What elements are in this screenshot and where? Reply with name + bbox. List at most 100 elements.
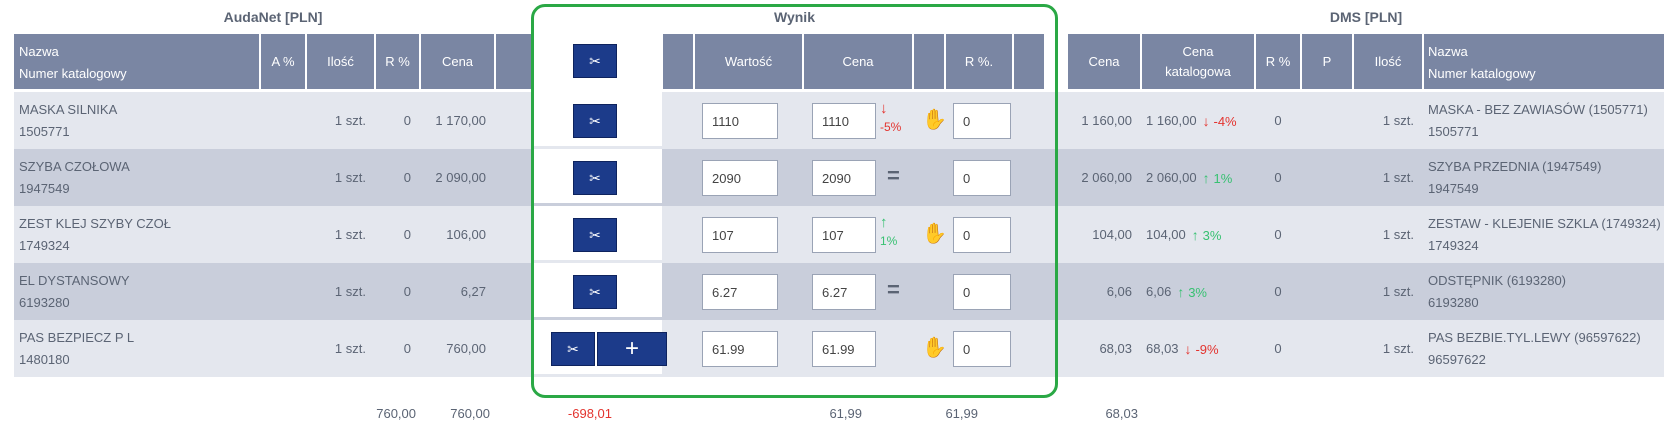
right-r-pct: 0: [1274, 284, 1282, 299]
right-part-number: 6193280: [1428, 294, 1479, 310]
price-input[interactable]: [812, 160, 876, 196]
left-qty: 1 szt.: [334, 284, 366, 299]
value-input[interactable]: [702, 331, 778, 367]
hand-stop-icon[interactable]: ✋: [922, 107, 947, 132]
r-pct-input[interactable]: [953, 160, 1011, 196]
r-pct-input[interactable]: [953, 217, 1011, 253]
right-qty: 1 szt.: [1382, 113, 1414, 128]
price-trend: ↓ -5%: [880, 100, 914, 136]
cut-button[interactable]: ✂: [573, 104, 617, 138]
left-r-pct: 0: [403, 170, 411, 185]
price-trend-percent: -5%: [880, 120, 902, 134]
header-right-cat-price[interactable]: Cena katalogowa: [1142, 34, 1254, 89]
left-part-number: 1480180: [19, 351, 70, 367]
right-cat-price-cell: 1 160,00 ↓ -4%: [1142, 92, 1254, 149]
header-right-r-pct[interactable]: R %: [1256, 34, 1300, 89]
header-mid-price[interactable]: Cena: [804, 34, 912, 89]
right-price: 104,00: [1092, 227, 1132, 242]
price-input[interactable]: [812, 217, 876, 253]
header-value-label: Wartość: [724, 54, 773, 69]
r-pct-input[interactable]: [953, 103, 1011, 139]
value-input[interactable]: [702, 103, 778, 139]
scissors-icon: ✂: [567, 340, 579, 357]
header-right-r-pct-label: R %: [1265, 54, 1291, 69]
right-part-name: SZYBA PRZEDNIA (1947549): [1428, 158, 1602, 174]
cat-price-trend: ↑ 3%: [1192, 227, 1222, 243]
value-input[interactable]: [702, 160, 778, 196]
cut-button[interactable]: ✂: [551, 332, 595, 366]
right-part-number: 1947549: [1428, 180, 1479, 196]
right-part-name-cell: SZYBA PRZEDNIA (1947549) 1947549: [1424, 149, 1664, 206]
left-part-name: ZEST KLEJ SZYBY CZOŁ: [19, 215, 171, 231]
header-right-qty[interactable]: Ilość: [1354, 34, 1422, 89]
value-input[interactable]: [702, 217, 778, 253]
left-r-pct: 0: [403, 341, 411, 356]
add-part-button[interactable]: +: [597, 332, 667, 366]
cut-button[interactable]: ✂: [573, 275, 617, 309]
hand-stop-icon[interactable]: ✋: [922, 221, 947, 246]
header-right-catalog-label: Numer katalogowy: [1428, 66, 1536, 81]
cut-button[interactable]: ✂: [573, 218, 617, 252]
header-left-price[interactable]: Cena: [421, 34, 494, 89]
header-left-r-pct[interactable]: R %: [376, 34, 419, 89]
left-part-name: SZYBA CZOŁOWA: [19, 158, 130, 174]
header-p-label: P: [1322, 54, 1332, 69]
left-price: 760,00: [446, 341, 486, 356]
left-price: 1 170,00: [435, 113, 486, 128]
right-part-name-cell: ODSTĘPNIK (6193280) 6193280: [1424, 263, 1664, 320]
arrow-up-icon: ↑: [1191, 226, 1203, 243]
equal-icon: =: [887, 163, 900, 188]
left-r-pct: 0: [403, 284, 411, 299]
right-cat-price-cell: 68,03 ↓ -9%: [1142, 320, 1254, 377]
cat-price-trend: ↓ -9%: [1185, 341, 1219, 357]
header-right-price-label: Cena: [1088, 54, 1120, 69]
header-right-qty-label: Ilość: [1374, 54, 1402, 69]
header-a-pct-label: A %: [271, 54, 295, 69]
r-pct-input[interactable]: [953, 331, 1011, 367]
left-qty: 1 szt.: [334, 113, 366, 128]
left-price: 6,27: [460, 284, 486, 299]
cat-price-trend-percent: -9%: [1195, 341, 1219, 357]
left-price: 106,00: [446, 227, 486, 242]
cat-price-trend: ↑ 1%: [1203, 170, 1233, 186]
right-r-pct: 0: [1274, 113, 1282, 128]
price-input[interactable]: [812, 331, 876, 367]
scissors-icon: ✂: [589, 283, 601, 300]
header-left-qty[interactable]: Ilość: [307, 34, 374, 89]
left-part-name-cell: PAS BEZPIECZ P L 1480180: [14, 320, 259, 377]
right-part-name: ZESTAW - KLEJENIE SZKLA (1749324): [1428, 215, 1661, 231]
left-price: 2 090,00: [435, 170, 486, 185]
right-cat-price: 6,06: [1146, 284, 1172, 299]
left-part-name: PAS BEZPIECZ P L: [19, 329, 135, 345]
price-input[interactable]: [812, 274, 876, 310]
result-section-title: Wynik: [774, 9, 815, 25]
cut-button[interactable]: ✂: [573, 161, 617, 195]
cat-price-trend: ↑ 3%: [1177, 284, 1207, 300]
right-qty: 1 szt.: [1382, 284, 1414, 299]
total-mid-price: 61,99: [829, 406, 862, 421]
arrow-down-icon: ↓: [1184, 340, 1196, 357]
right-price: 1 160,00: [1081, 113, 1132, 128]
right-cat-price-cell: 104,00 ↑ 3%: [1142, 206, 1254, 263]
header-right-p[interactable]: P: [1302, 34, 1352, 89]
value-input[interactable]: [702, 274, 778, 310]
hand-stop-icon[interactable]: ✋: [922, 335, 947, 360]
price-input[interactable]: [812, 103, 876, 139]
arrow-up-icon: ↑: [1202, 169, 1214, 186]
right-part-name-cell: PAS BEZBIE.TYL.LEWY (96597622) 96597622: [1424, 320, 1664, 377]
header-catalog-number-label: Numer katalogowy: [19, 66, 127, 81]
right-price: 68,03: [1099, 341, 1132, 356]
header-right-price[interactable]: Cena: [1068, 34, 1140, 89]
price-trend: ↑ 1%: [880, 214, 914, 250]
right-cat-price: 1 160,00: [1146, 113, 1197, 128]
left-part-number: 1505771: [19, 123, 70, 139]
header-mid-value[interactable]: Wartość: [695, 34, 802, 89]
cut-all-button[interactable]: ✂: [573, 44, 617, 78]
header-left-a-pct[interactable]: A %: [261, 34, 305, 89]
right-part-number: 1505771: [1428, 123, 1479, 139]
total-mid-r: 61,99: [945, 406, 978, 421]
header-left-spacer: [496, 34, 532, 89]
right-price: 6,06: [1106, 284, 1132, 299]
r-pct-input[interactable]: [953, 274, 1011, 310]
header-mid-r-pct[interactable]: R %.: [946, 34, 1012, 89]
